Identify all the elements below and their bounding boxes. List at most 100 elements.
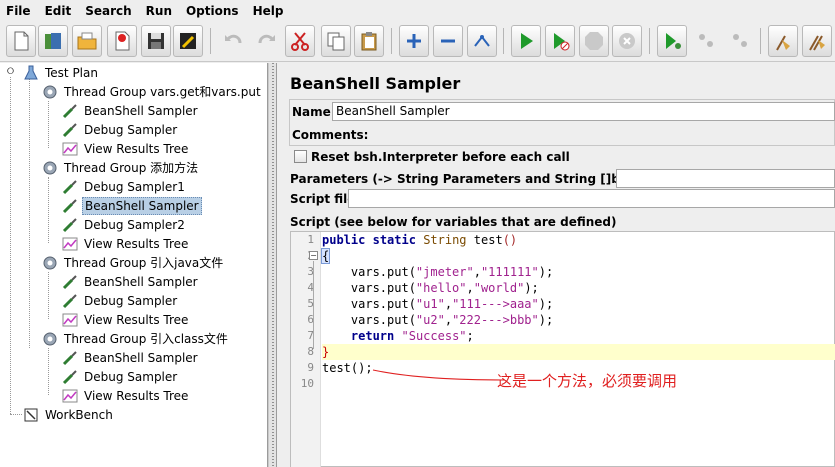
- code-token: );: [538, 313, 554, 327]
- script-editor[interactable]: 1 2 3 4 5 6 7 8 9 10 − public static Str…: [290, 231, 835, 467]
- toolbar: [0, 22, 835, 62]
- tree-node-listener[interactable]: View Results Tree: [61, 140, 190, 158]
- tree-toggle[interactable]: ⭘: [6, 68, 15, 77]
- toggle-icon: [474, 35, 490, 47]
- tree-node-thread-group[interactable]: Thread Group vars.get和vars.put: [41, 83, 263, 101]
- parameters-field[interactable]: [616, 169, 835, 188]
- tree-label: WorkBench: [45, 408, 113, 422]
- code-token: "111111": [480, 265, 539, 279]
- tree-node-listener[interactable]: View Results Tree: [61, 235, 190, 253]
- remote-stop-button[interactable]: [691, 25, 721, 57]
- code-line-5: vars.put("u1","111--->aaa");: [322, 296, 553, 312]
- toggle-button[interactable]: [467, 25, 497, 57]
- tree-node-sampler[interactable]: Debug Sampler: [61, 121, 179, 139]
- reset-interpreter-checkbox[interactable]: [294, 150, 307, 163]
- tree-node-sampler[interactable]: BeanShell Sampler: [61, 273, 200, 291]
- code-token: vars.put(: [322, 265, 416, 279]
- name-field[interactable]: BeanShell Sampler: [332, 102, 835, 121]
- open-button[interactable]: [72, 25, 102, 57]
- test-plan-tree: ⭘ Test Plan Thread Group vars.get和vars.p…: [0, 63, 268, 467]
- start-no-pauses-button[interactable]: [545, 25, 575, 57]
- expand-all-button[interactable]: [399, 25, 429, 57]
- tree-node-workbench[interactable]: WorkBench: [22, 406, 115, 424]
- shutdown-button[interactable]: [612, 25, 642, 57]
- code-token: "world": [473, 281, 525, 295]
- collapse-icon: [441, 39, 455, 43]
- line-number: 1: [307, 233, 314, 246]
- close-button[interactable]: [107, 25, 137, 57]
- tree-label: View Results Tree: [84, 313, 189, 327]
- menu-options[interactable]: Options: [180, 0, 247, 22]
- shutdown-icon: [619, 33, 635, 49]
- menu-bar: File Edit Search Run Options Help: [0, 0, 835, 22]
- new-button[interactable]: [6, 25, 36, 57]
- fold-toggle[interactable]: −: [309, 251, 318, 260]
- pane-splitter[interactable]: [268, 63, 277, 467]
- tree-node-sampler[interactable]: Debug Sampler1: [61, 178, 187, 196]
- menu-help[interactable]: Help: [247, 0, 292, 22]
- tree-node-test-plan[interactable]: Test Plan: [22, 64, 100, 82]
- code-line-2: {: [320, 248, 331, 264]
- code-token: test();: [322, 361, 373, 375]
- paste-button[interactable]: [354, 25, 384, 57]
- remote-shutdown-icon: [733, 34, 747, 47]
- tree-node-listener[interactable]: View Results Tree: [61, 387, 190, 405]
- script-file-field[interactable]: [348, 189, 835, 208]
- gear-icon: [41, 83, 59, 101]
- copy-button[interactable]: [321, 25, 351, 57]
- code-token: "u1": [415, 297, 445, 311]
- pipette-icon: [61, 178, 79, 196]
- page-title: BeanShell Sampler: [290, 74, 461, 93]
- name-label: Name:: [292, 105, 336, 119]
- remote-start-icon: [666, 33, 681, 49]
- collapse-all-button[interactable]: [433, 25, 463, 57]
- graph-icon: [61, 235, 79, 253]
- tree-node-thread-group[interactable]: Thread Group 引入java文件: [41, 254, 225, 272]
- tree-node-thread-group[interactable]: Thread Group 添加方法: [41, 159, 200, 177]
- tree-label: Debug Sampler2: [84, 218, 185, 232]
- tree-node-sampler-selected[interactable]: BeanShell Sampler: [61, 197, 202, 215]
- expand-icon: [407, 34, 421, 48]
- menu-edit[interactable]: Edit: [39, 0, 80, 22]
- tree-node-listener[interactable]: View Results Tree: [61, 311, 190, 329]
- tree-node-sampler[interactable]: Debug Sampler: [61, 292, 179, 310]
- tree-node-sampler[interactable]: BeanShell Sampler: [61, 349, 200, 367]
- tree-node-sampler[interactable]: Debug Sampler: [61, 368, 179, 386]
- code-line-4: vars.put("hello","world");: [322, 280, 539, 296]
- tree-label: Thread Group 引入class文件: [64, 332, 228, 346]
- tree-node-sampler[interactable]: BeanShell Sampler: [61, 102, 200, 120]
- script-label: Script (see below for variables that are…: [290, 215, 617, 229]
- stop-button[interactable]: [579, 25, 609, 57]
- redo-button[interactable]: [252, 25, 282, 57]
- code-token: }: [322, 345, 330, 359]
- code-line-9: test();: [322, 360, 373, 376]
- tree-node-sampler[interactable]: Debug Sampler2: [61, 216, 187, 234]
- remote-shutdown-button[interactable]: [725, 25, 755, 57]
- cut-button[interactable]: [285, 25, 315, 57]
- clear-button[interactable]: [768, 25, 798, 57]
- menu-file[interactable]: File: [0, 0, 39, 22]
- menu-run[interactable]: Run: [140, 0, 180, 22]
- code-token: {: [320, 248, 331, 264]
- edit-button[interactable]: [173, 25, 203, 57]
- remote-start-button[interactable]: [657, 25, 687, 57]
- code-token: vars.put(: [322, 281, 416, 295]
- gear-icon: [41, 330, 59, 348]
- tree-label: BeanShell Sampler: [82, 197, 202, 215]
- paste-icon: [361, 32, 377, 51]
- start-no-pause-icon: [554, 33, 570, 51]
- save-button[interactable]: [141, 25, 171, 57]
- clear-all-button[interactable]: [802, 25, 832, 57]
- undo-button[interactable]: [218, 25, 248, 57]
- tree-node-thread-group[interactable]: Thread Group 引入class文件: [41, 330, 230, 348]
- pipette-icon: [61, 102, 79, 120]
- templates-button[interactable]: [38, 25, 68, 57]
- code-token: "hello": [415, 281, 467, 295]
- start-button[interactable]: [511, 25, 541, 57]
- code-token: "111--->aaa": [452, 297, 539, 311]
- save-icon: [148, 33, 164, 49]
- pipette-icon: [61, 197, 79, 215]
- pipette-icon: [61, 273, 79, 291]
- script-file-label: Script file: [290, 192, 356, 206]
- menu-search[interactable]: Search: [79, 0, 139, 22]
